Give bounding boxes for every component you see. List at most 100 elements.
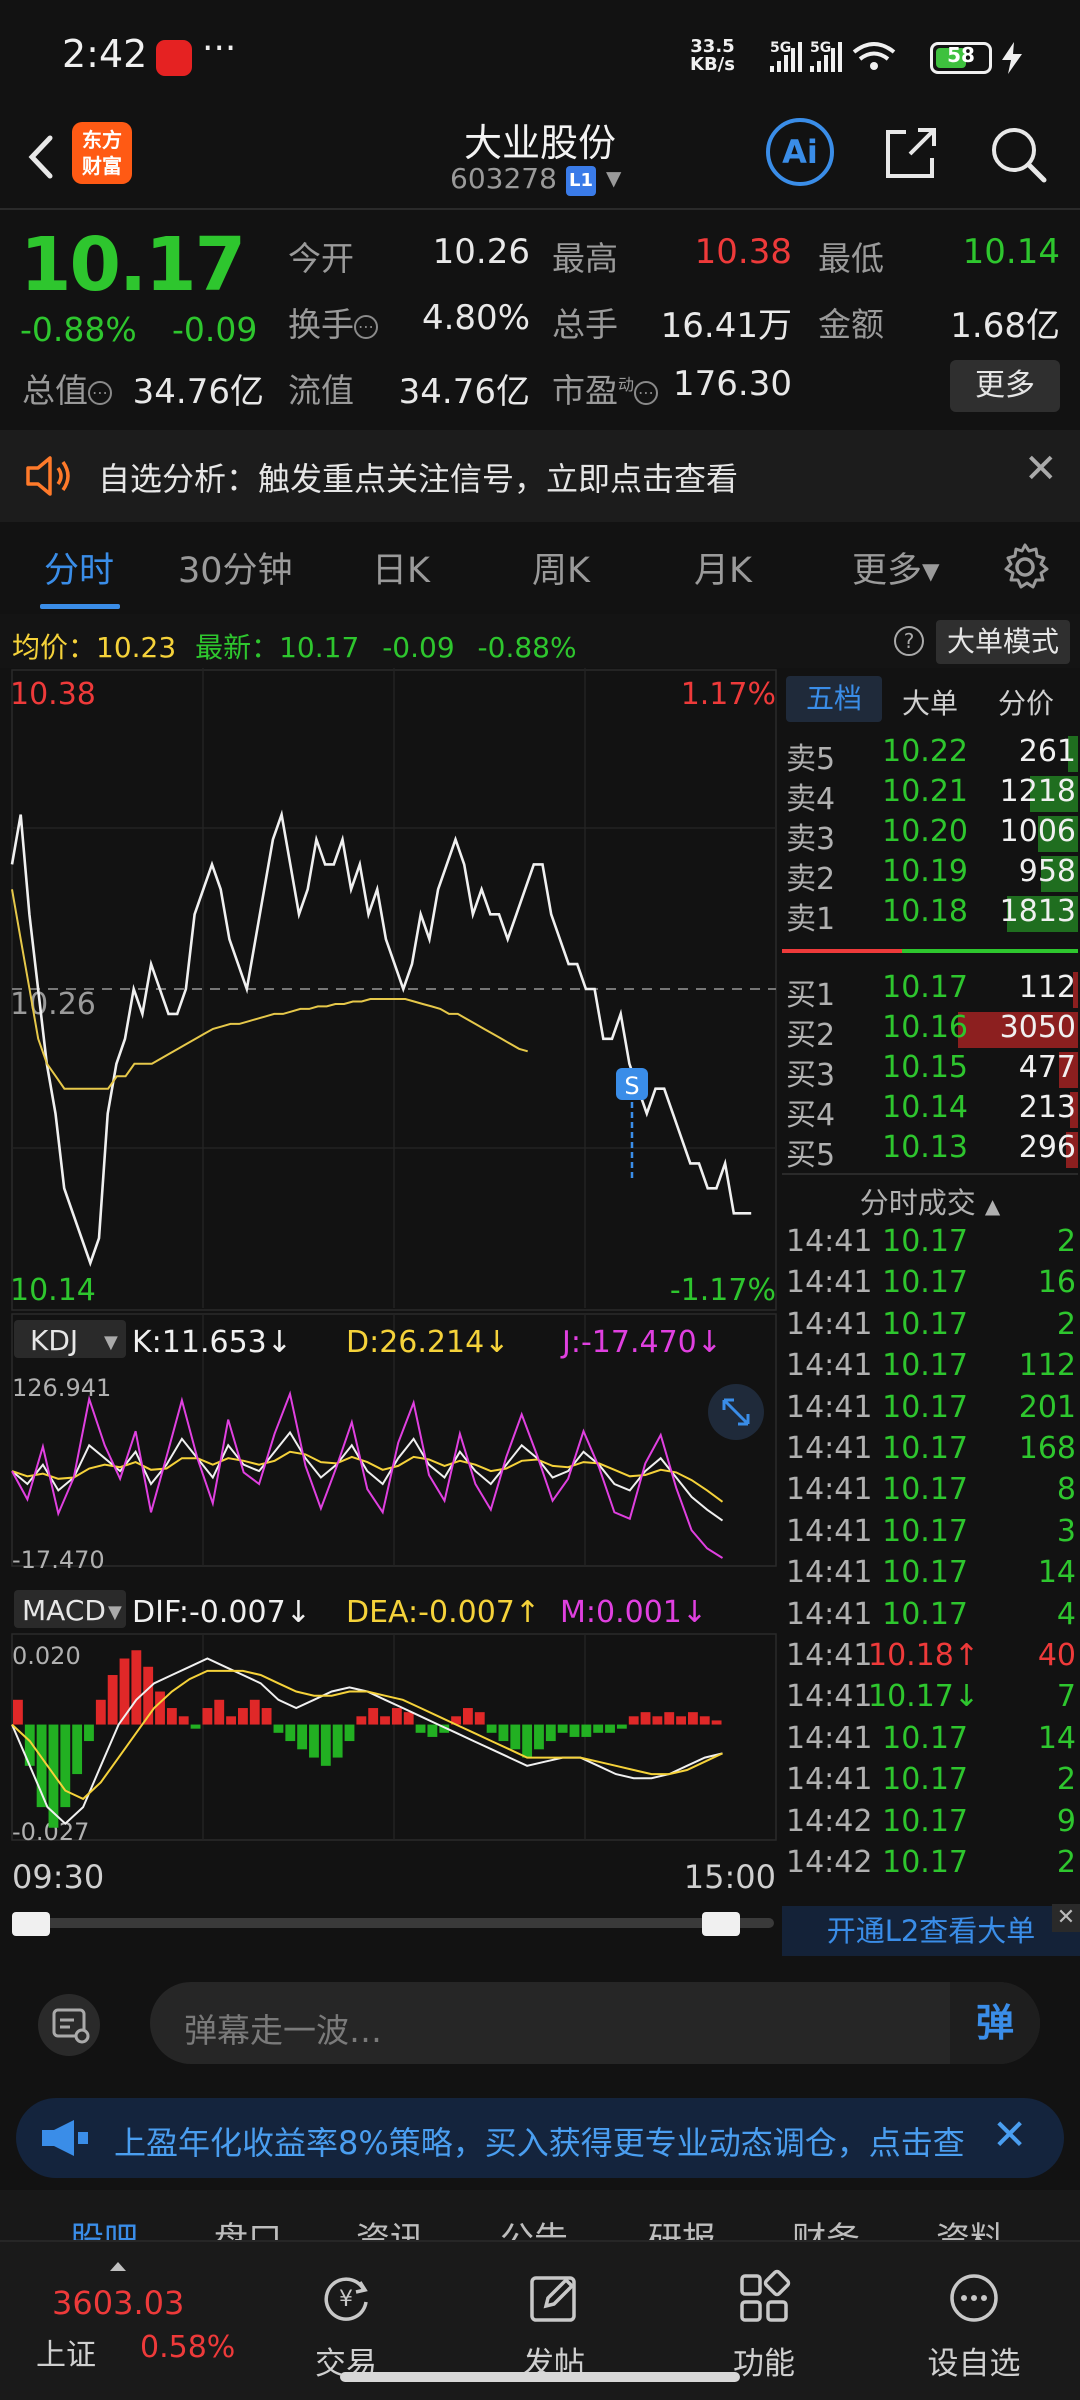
high-value: 10.38 bbox=[694, 232, 792, 272]
danmaku-toggle-button[interactable]: 弹 bbox=[950, 1982, 1040, 2064]
share-icon[interactable] bbox=[880, 122, 942, 184]
range-handle-left[interactable] bbox=[12, 1912, 50, 1936]
volume-value: 16.41万 bbox=[660, 306, 792, 346]
danmaku-input[interactable]: 弹幕走一波… 弹 bbox=[150, 1982, 1040, 2064]
float-cap-label: 流值 bbox=[288, 371, 354, 410]
more-button[interactable]: 更多 bbox=[950, 360, 1060, 412]
buy-level-row[interactable]: 买3 10.15 477 bbox=[782, 1050, 1078, 1093]
comment-bar: 弹幕走一波… 弹 bbox=[0, 1958, 1080, 2088]
index-name[interactable]: 上证 bbox=[36, 2330, 96, 2374]
close-icon[interactable]: ✕ bbox=[992, 2110, 1027, 2159]
macd-bar bbox=[273, 1724, 284, 1733]
tab-research[interactable]: 研报 bbox=[648, 2212, 716, 2240]
period-tabs: 分时 30分钟 日K 周K 月K 更多▾ bbox=[0, 522, 1080, 614]
l2-upgrade-link[interactable]: 开通L2查看大单 bbox=[782, 1906, 1080, 1956]
tick-row: 14:41 10.18↑ 40 bbox=[786, 1638, 1076, 1673]
alert-banner[interactable]: 自选分析：触发重点关注信号，立即点击查看 ✕ bbox=[0, 430, 1080, 522]
open-label: 今开 bbox=[288, 239, 354, 278]
pe-label[interactable]: 市盈动 ⋯ bbox=[552, 364, 659, 412]
buy-level-row[interactable]: 买2 10.16 3050 bbox=[782, 1010, 1078, 1053]
amount-label: 金额 bbox=[818, 305, 884, 344]
divider bbox=[0, 208, 1080, 210]
tab-five-levels[interactable]: 五档 bbox=[786, 676, 882, 722]
time-axis-end: 15:00 bbox=[684, 1858, 776, 1896]
sell-level-row[interactable]: 卖3 10.20 1006 bbox=[782, 814, 1078, 857]
promo-banner[interactable]: 上盈年化收益率8%策略，买入获得更专业动态调仓，点击查 ✕ bbox=[16, 2098, 1064, 2178]
tab-daily[interactable]: 日K bbox=[372, 542, 430, 593]
kdj-axis-top: 126.941 bbox=[12, 1374, 111, 1402]
info-icon: ⋯ bbox=[88, 380, 112, 405]
tab-order-flow[interactable]: 盘口 bbox=[214, 2212, 282, 2240]
tab-intraday[interactable]: 分时 bbox=[44, 542, 114, 593]
stock-code[interactable]: 603278 bbox=[450, 162, 557, 195]
time-axis-start: 09:30 bbox=[12, 1858, 104, 1896]
buy-level-row[interactable]: 买4 10.14 213 bbox=[782, 1090, 1078, 1133]
tick-row: 14:41 10.17 16 bbox=[786, 1265, 1076, 1301]
close-icon[interactable]: ✕ bbox=[1024, 446, 1058, 492]
tab-30min[interactable]: 30分钟 bbox=[178, 542, 293, 593]
nav-trade[interactable]: ¥ 交易 bbox=[286, 2268, 406, 2383]
tab-more[interactable]: 更多▾ bbox=[852, 542, 940, 593]
nav-functions[interactable]: 功能 bbox=[704, 2268, 824, 2383]
index-percent[interactable]: 0.58% bbox=[140, 2330, 235, 2365]
back-arrow-icon[interactable] bbox=[18, 122, 68, 192]
tab-financials[interactable]: 财务 bbox=[792, 2212, 860, 2240]
macd-bar bbox=[474, 1712, 485, 1725]
kdj-d-value: D:26.214↓ bbox=[346, 1325, 509, 1360]
turnover-label[interactable]: 换手 ⋯ bbox=[288, 298, 378, 346]
buy-level-row[interactable]: 买5 10.13 296 bbox=[782, 1130, 1078, 1173]
macd-DIF-line bbox=[11, 1657, 723, 1825]
nav-add-watchlist[interactable]: 设自选 bbox=[914, 2268, 1034, 2383]
tick-row: 14:41 10.17 3 bbox=[786, 1513, 1076, 1549]
range-scrollbar[interactable] bbox=[12, 1918, 774, 1928]
tab-forum[interactable]: 股吧 bbox=[70, 2212, 138, 2240]
sell-level-row[interactable]: 卖2 10.19 958 bbox=[782, 854, 1078, 897]
sell-level-row[interactable]: 卖1 10.18 1813 bbox=[782, 894, 1078, 937]
macd-bar bbox=[628, 1716, 639, 1725]
tick-row: 14:42 10.17 9 bbox=[786, 1803, 1076, 1839]
info-icon: ⋯ bbox=[354, 314, 378, 339]
tab-profile[interactable]: 资料 bbox=[936, 2212, 1004, 2240]
buy-level-row[interactable]: 买1 10.17 112 bbox=[782, 970, 1078, 1013]
macd-bar bbox=[581, 1724, 592, 1737]
tab-announcements[interactable]: 公告 bbox=[500, 2212, 568, 2240]
tab-big-orders[interactable]: 大单 bbox=[902, 682, 958, 722]
ai-button[interactable]: Ai bbox=[766, 118, 834, 186]
big-order-mode-button[interactable]: 大单模式 bbox=[936, 620, 1070, 664]
close-icon[interactable]: ✕ bbox=[1052, 1904, 1080, 1932]
macd-bar bbox=[593, 1724, 604, 1733]
ticks-title[interactable]: 分时成交 ▲ bbox=[782, 1180, 1078, 1222]
tab-news[interactable]: 资讯 bbox=[356, 2212, 424, 2240]
stock-name: 大业股份 bbox=[463, 121, 616, 165]
level-badge[interactable]: L1 bbox=[566, 166, 596, 196]
macd-dif-value: DIF:-0.007↓ bbox=[132, 1595, 311, 1630]
tab-price-distribution[interactable]: 分价 bbox=[998, 682, 1054, 722]
expand-icon[interactable] bbox=[708, 1384, 764, 1440]
macd-bar bbox=[190, 1724, 201, 1729]
help-icon[interactable]: ? bbox=[894, 626, 924, 656]
macd-bar bbox=[214, 1699, 225, 1725]
sell-level-row[interactable]: 卖4 10.21 1218 bbox=[782, 774, 1078, 817]
search-icon[interactable] bbox=[986, 122, 1050, 186]
home-indicator[interactable] bbox=[340, 2372, 740, 2382]
sell-level-row[interactable]: 卖5 10.22 261 bbox=[782, 734, 1078, 777]
intraday-chart-area[interactable]: 10.38 1.17% 10.26 10.14 -1.17% S KDJ ▼ K… bbox=[0, 668, 780, 1958]
macd-bar bbox=[652, 1716, 663, 1725]
eastmoney-logo[interactable]: 东方 财富 bbox=[72, 122, 132, 184]
sell-divider bbox=[782, 949, 902, 953]
nav-post[interactable]: 发帖 bbox=[494, 2268, 614, 2383]
market-cap-label[interactable]: 总值 ⋯ bbox=[22, 364, 112, 412]
comment-settings-icon[interactable] bbox=[38, 1994, 100, 2056]
change-amount: -0.09 bbox=[172, 310, 258, 349]
latest-price-value: 10.17 bbox=[279, 631, 360, 664]
latest-change: -0.09 bbox=[382, 631, 455, 664]
index-value[interactable]: 3603.03 bbox=[52, 2284, 184, 2322]
gear-icon[interactable] bbox=[1000, 542, 1050, 592]
current-price: 10.17 bbox=[20, 222, 246, 308]
chevron-down-icon[interactable]: ▼ bbox=[606, 166, 621, 190]
macd-bar bbox=[498, 1724, 509, 1742]
tab-monthly[interactable]: 月K bbox=[694, 542, 752, 593]
range-handle-right[interactable] bbox=[702, 1912, 740, 1936]
tab-weekly[interactable]: 周K bbox=[532, 542, 590, 593]
macd-bar bbox=[462, 1708, 473, 1725]
